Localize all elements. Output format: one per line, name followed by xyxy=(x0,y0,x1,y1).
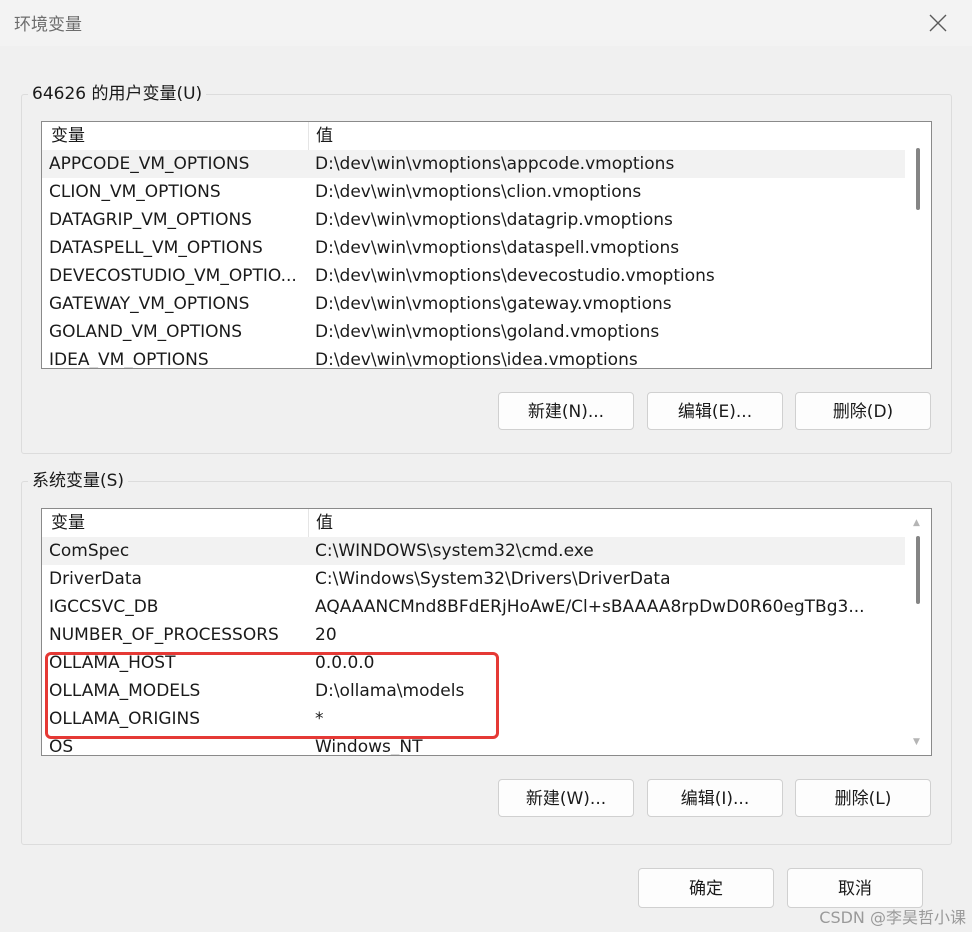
table-row[interactable]: OLLAMA_HOST 0.0.0.0 xyxy=(42,649,931,677)
var-value: Windows_NT xyxy=(315,737,423,756)
var-name: OLLAMA_ORIGINS xyxy=(49,709,201,729)
scroll-thumb[interactable] xyxy=(916,536,920,604)
table-row[interactable]: OS Windows_NT xyxy=(42,733,931,756)
table-row[interactable]: OLLAMA_ORIGINS * xyxy=(42,705,931,733)
title-bar: 环境变量 xyxy=(0,0,972,46)
table-row[interactable]: DATASPELL_VM_OPTIONS D:\dev\win\vmoption… xyxy=(42,234,931,262)
var-value: * xyxy=(315,709,324,729)
close-icon xyxy=(929,14,947,32)
system-vars-header: 变量 值 xyxy=(42,509,931,537)
system-vars-rows: ComSpec C:\WINDOWS\system32\cmd.exe Driv… xyxy=(42,537,931,756)
var-name: CLION_VM_OPTIONS xyxy=(49,182,221,202)
var-value: D:\dev\win\vmoptions\goland.vmoptions xyxy=(315,322,660,342)
var-value: C:\WINDOWS\system32\cmd.exe xyxy=(315,541,594,561)
table-row[interactable]: ComSpec C:\WINDOWS\system32\cmd.exe xyxy=(42,537,931,565)
table-row[interactable]: IDEA_VM_OPTIONS D:\dev\win\vmoptions\ide… xyxy=(42,346,931,369)
close-button[interactable] xyxy=(916,6,960,40)
user-edit-button[interactable]: 编辑(E)... xyxy=(647,392,783,430)
var-name: APPCODE_VM_OPTIONS xyxy=(49,154,250,174)
table-row[interactable]: CLION_VM_OPTIONS D:\dev\win\vmoptions\cl… xyxy=(42,178,931,206)
var-value: 20 xyxy=(315,625,337,645)
var-value: 0.0.0.0 xyxy=(315,653,375,673)
user-vars-label: 64626 的用户变量(U) xyxy=(28,83,207,105)
cancel-button[interactable]: 取消 xyxy=(787,868,923,908)
scroll-down-icon[interactable]: ▼ xyxy=(913,737,920,747)
watermark: CSDN @李昊哲小课 xyxy=(819,908,966,927)
table-row[interactable]: IGCCSVC_DB AQAAANCMnd8BFdERjHoAwE/Cl+sBA… xyxy=(42,593,931,621)
window-title: 环境变量 xyxy=(14,15,82,35)
table-row[interactable]: GATEWAY_VM_OPTIONS D:\dev\win\vmoptions\… xyxy=(42,290,931,318)
var-name: DATAGRIP_VM_OPTIONS xyxy=(49,210,252,230)
column-header-variable[interactable]: 变量 xyxy=(51,122,85,150)
var-value: D:\dev\win\vmoptions\clion.vmoptions xyxy=(315,182,642,202)
var-value: D:\dev\win\vmoptions\devecostudio.vmopti… xyxy=(315,266,715,286)
user-delete-button[interactable]: 删除(D) xyxy=(795,392,931,430)
table-row[interactable]: NUMBER_OF_PROCESSORS 20 xyxy=(42,621,931,649)
var-name: OLLAMA_MODELS xyxy=(49,681,201,701)
var-name: DEVECOSTUDIO_VM_OPTIO... xyxy=(49,266,297,286)
system-edit-button[interactable]: 编辑(I)... xyxy=(647,779,783,817)
user-new-button[interactable]: 新建(N)... xyxy=(498,392,634,430)
column-separator[interactable] xyxy=(308,509,309,537)
column-header-value[interactable]: 值 xyxy=(316,509,333,537)
var-name: GATEWAY_VM_OPTIONS xyxy=(49,294,250,314)
system-delete-button[interactable]: 删除(L) xyxy=(795,779,931,817)
var-name: OLLAMA_HOST xyxy=(49,653,176,673)
system-new-button[interactable]: 新建(W)... xyxy=(498,779,634,817)
var-name: GOLAND_VM_OPTIONS xyxy=(49,322,243,342)
var-value: D:\dev\win\vmoptions\dataspell.vmoptions xyxy=(315,238,680,258)
var-name: IDEA_VM_OPTIONS xyxy=(49,350,209,369)
var-value: D:\ollama\models xyxy=(315,681,465,701)
system-vars-label: 系统变量(S) xyxy=(28,470,129,492)
var-value: D:\dev\win\vmoptions\datagrip.vmoptions xyxy=(315,210,673,230)
scroll-thumb[interactable] xyxy=(916,148,920,210)
column-header-variable[interactable]: 变量 xyxy=(51,509,85,537)
table-row[interactable]: GOLAND_VM_OPTIONS D:\dev\win\vmoptions\g… xyxy=(42,318,931,346)
column-header-value[interactable]: 值 xyxy=(316,122,333,150)
scroll-up-icon[interactable]: ▲ xyxy=(913,518,920,528)
var-value: AQAAANCMnd8BFdERjHoAwE/Cl+sBAAAA8rpDwD0R… xyxy=(315,597,865,617)
system-vars-scrollbar[interactable]: ▲ ▼ xyxy=(905,509,931,755)
user-vars-scrollbar[interactable] xyxy=(905,122,931,368)
ok-button[interactable]: 确定 xyxy=(638,868,774,908)
user-vars-rows: APPCODE_VM_OPTIONS D:\dev\win\vmoptions\… xyxy=(42,150,931,369)
column-separator[interactable] xyxy=(308,122,309,150)
table-row[interactable]: DATAGRIP_VM_OPTIONS D:\dev\win\vmoptions… xyxy=(42,206,931,234)
var-value: D:\dev\win\vmoptions\idea.vmoptions xyxy=(315,350,638,369)
var-value: D:\dev\win\vmoptions\appcode.vmoptions xyxy=(315,154,675,174)
var-value: C:\Windows\System32\Drivers\DriverData xyxy=(315,569,671,589)
var-name: ComSpec xyxy=(49,541,130,561)
table-row[interactable]: DriverData C:\Windows\System32\Drivers\D… xyxy=(42,565,931,593)
table-row[interactable]: OLLAMA_MODELS D:\ollama\models xyxy=(42,677,931,705)
var-name: OS xyxy=(49,737,74,756)
system-vars-list[interactable]: 变量 值 ComSpec C:\WINDOWS\system32\cmd.exe… xyxy=(41,508,932,756)
table-row[interactable]: DEVECOSTUDIO_VM_OPTIO... D:\dev\win\vmop… xyxy=(42,262,931,290)
table-row[interactable]: APPCODE_VM_OPTIONS D:\dev\win\vmoptions\… xyxy=(42,150,931,178)
var-name: NUMBER_OF_PROCESSORS xyxy=(49,625,279,645)
user-vars-header: 变量 值 xyxy=(42,122,931,150)
user-vars-list[interactable]: 变量 值 APPCODE_VM_OPTIONS D:\dev\win\vmopt… xyxy=(41,121,932,369)
var-name: IGCCSVC_DB xyxy=(49,597,159,617)
var-name: DriverData xyxy=(49,569,142,589)
var-value: D:\dev\win\vmoptions\gateway.vmoptions xyxy=(315,294,672,314)
var-name: DATASPELL_VM_OPTIONS xyxy=(49,238,263,258)
